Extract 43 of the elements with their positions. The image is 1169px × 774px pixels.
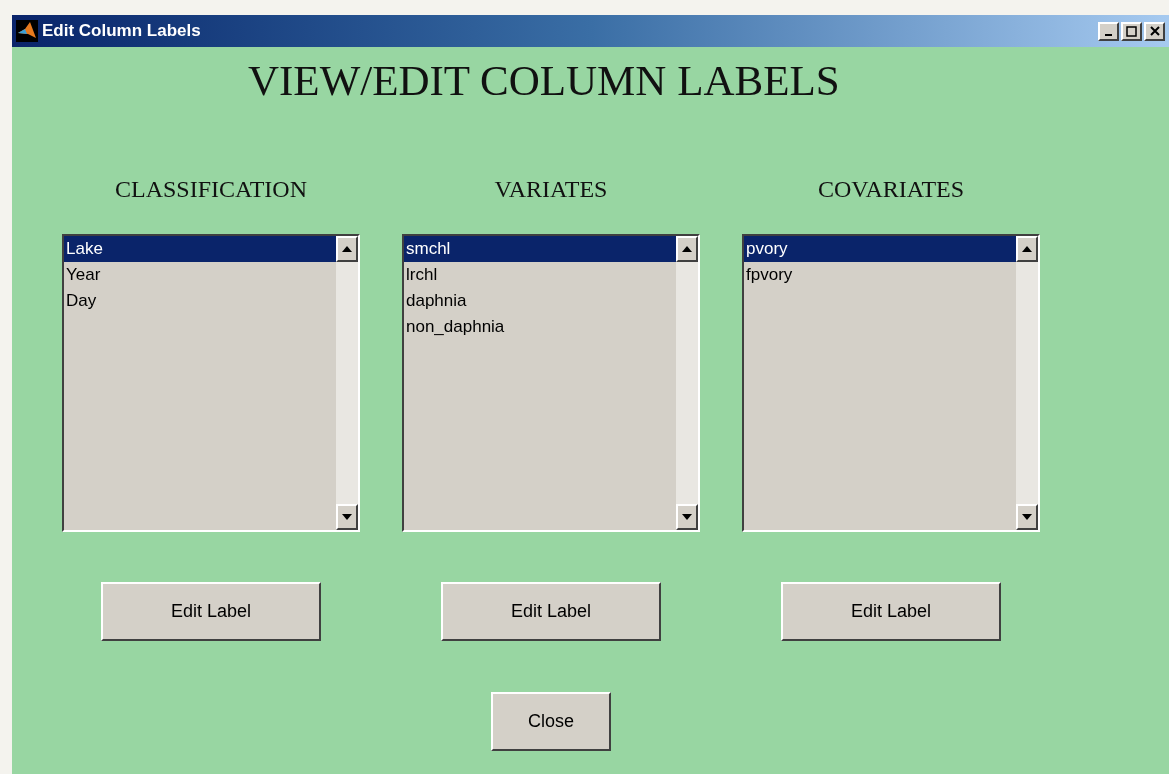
scroll-up-button[interactable] bbox=[676, 236, 698, 262]
app-logo-icon bbox=[16, 20, 38, 42]
list-item[interactable]: pvory bbox=[744, 236, 1016, 262]
edit-label-button[interactable]: Edit Label bbox=[101, 582, 321, 641]
column-heading: CLASSIFICATION bbox=[115, 177, 307, 201]
close-dialog-button[interactable]: Close bbox=[491, 692, 611, 751]
list-item[interactable]: smchl bbox=[404, 236, 676, 262]
scroll-down-button[interactable] bbox=[1016, 504, 1038, 530]
column-heading: COVARIATES bbox=[817, 177, 965, 201]
edit-label-button[interactable]: Edit Label bbox=[441, 582, 661, 641]
scroll-down-button[interactable] bbox=[676, 504, 698, 530]
page-heading: VIEW/EDIT COLUMN LABELS bbox=[248, 57, 840, 104]
maximize-icon bbox=[1126, 25, 1137, 37]
scroll-down-button[interactable] bbox=[336, 504, 358, 530]
list-item[interactable]: Lake bbox=[64, 236, 336, 262]
up-arrow-icon bbox=[1022, 246, 1032, 252]
list-item[interactable]: Day bbox=[64, 288, 336, 314]
list-item[interactable]: lrchl bbox=[404, 262, 676, 288]
up-arrow-icon bbox=[682, 246, 692, 252]
edit-label-button[interactable]: Edit Label bbox=[781, 582, 1001, 641]
scrollbar[interactable] bbox=[676, 236, 698, 530]
scrollbar[interactable] bbox=[1016, 236, 1038, 530]
list-box[interactable]: pvory fpvory bbox=[742, 234, 1040, 532]
window-title: Edit Column Labels bbox=[42, 20, 201, 43]
scroll-up-button[interactable] bbox=[336, 236, 358, 262]
list-item[interactable]: Year bbox=[64, 262, 336, 288]
maximize-button[interactable] bbox=[1121, 21, 1142, 41]
scroll-up-button[interactable] bbox=[1016, 236, 1038, 262]
down-arrow-icon bbox=[342, 514, 352, 520]
up-arrow-icon bbox=[342, 246, 352, 252]
column-heading: VARIATES bbox=[494, 177, 608, 201]
list-item[interactable]: non_daphnia bbox=[404, 314, 676, 340]
close-button[interactable] bbox=[1144, 21, 1165, 41]
scrollbar[interactable] bbox=[336, 236, 358, 530]
close-icon bbox=[1149, 26, 1160, 36]
list-box[interactable]: Lake Year Day bbox=[62, 234, 360, 532]
down-arrow-icon bbox=[1022, 514, 1032, 520]
list-item[interactable]: fpvory bbox=[744, 262, 1016, 288]
minimize-icon bbox=[1105, 34, 1112, 36]
down-arrow-icon bbox=[682, 514, 692, 520]
list-box[interactable]: smchl lrchl daphnia non_daphnia bbox=[402, 234, 700, 532]
list-item[interactable]: daphnia bbox=[404, 288, 676, 314]
minimize-button[interactable] bbox=[1098, 21, 1119, 41]
